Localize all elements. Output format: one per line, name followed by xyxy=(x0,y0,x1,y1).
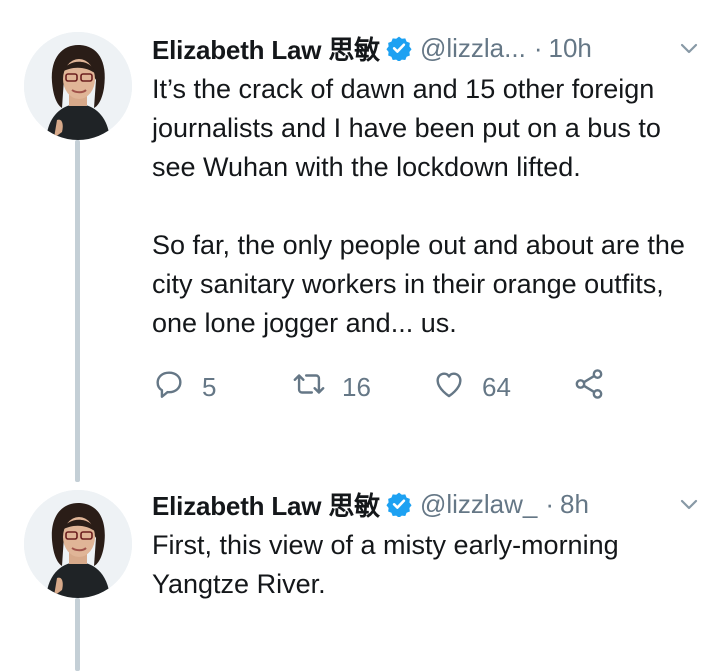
like-icon xyxy=(432,367,466,408)
author-name[interactable]: Elizabeth Law 思敏 xyxy=(152,30,380,67)
retweet-button[interactable]: 16 xyxy=(292,367,432,408)
retweet-icon xyxy=(292,367,326,408)
avatar-photo xyxy=(24,490,132,598)
thread-connector-line xyxy=(75,598,80,671)
reply-button[interactable]: 5 xyxy=(152,367,292,408)
separator-dot: · xyxy=(545,488,555,519)
avatar[interactable] xyxy=(24,490,132,598)
reply-count: 5 xyxy=(202,371,217,402)
share-icon xyxy=(572,367,606,408)
verified-badge-icon xyxy=(386,491,412,518)
avatar[interactable] xyxy=(24,32,132,140)
tweet-timestamp[interactable]: 10h xyxy=(548,33,591,64)
retweet-count: 16 xyxy=(342,371,371,402)
chevron-down-icon[interactable] xyxy=(676,35,702,61)
reply-icon xyxy=(152,367,186,408)
author-handle[interactable]: @lizzla... xyxy=(420,33,526,64)
tweet-header: Elizabeth Law 思敏 @lizzlaw_ · 8h xyxy=(152,484,702,524)
like-button[interactable]: 64 xyxy=(432,367,572,408)
author-handle[interactable]: @lizzlaw_ xyxy=(420,489,537,520)
tweet-timestamp[interactable]: 8h xyxy=(560,489,589,520)
tweet-actions: 5 16 64 xyxy=(152,367,702,407)
avatar-photo xyxy=(24,32,132,140)
tweet[interactable]: Elizabeth Law 思敏 @lizzla... · 10h It’s t… xyxy=(152,28,702,407)
share-button[interactable] xyxy=(572,367,606,408)
thread-connector-line xyxy=(75,140,80,482)
author-name[interactable]: Elizabeth Law 思敏 xyxy=(152,486,380,523)
tweet[interactable]: Elizabeth Law 思敏 @lizzlaw_ · 8h First, t… xyxy=(152,484,702,604)
tweet-text: First, this view of a misty early-mornin… xyxy=(152,530,619,599)
verified-badge-icon xyxy=(386,35,412,62)
chevron-down-icon[interactable] xyxy=(676,491,702,517)
separator-dot: · xyxy=(533,32,543,63)
tweet-header: Elizabeth Law 思敏 @lizzla... · 10h xyxy=(152,28,702,68)
tweet-text: It’s the crack of dawn and 15 other fore… xyxy=(152,74,685,338)
like-count: 64 xyxy=(482,371,511,402)
